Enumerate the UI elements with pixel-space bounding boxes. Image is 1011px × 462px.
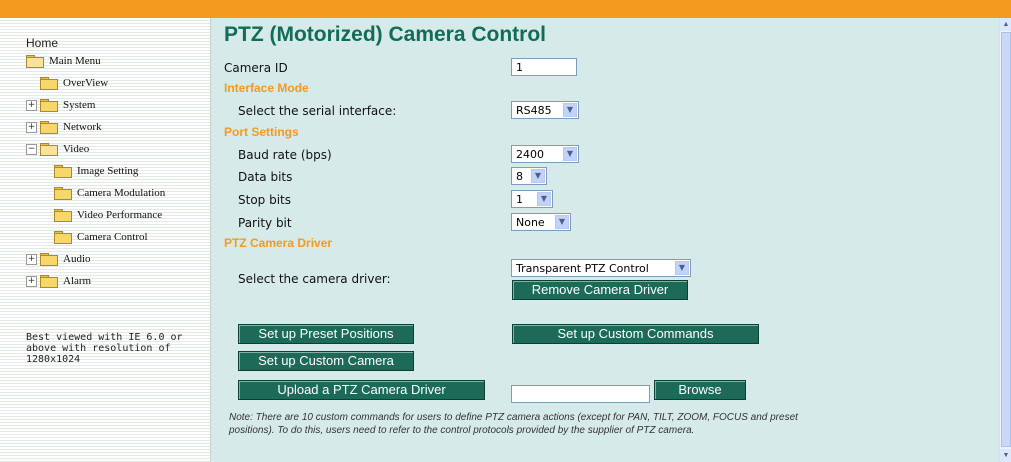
serial-interface-label: Select the serial interface:	[238, 104, 397, 118]
data-bits-value: 8	[516, 170, 523, 183]
custom-camera-button[interactable]: Set up Custom Camera	[238, 351, 414, 371]
folder-icon	[54, 209, 72, 222]
chevron-down-icon: ▼	[555, 215, 569, 229]
sidebar-item-main-menu[interactable]: Main Menu	[26, 52, 101, 70]
main-panel: PTZ (Motorized) Camera Control Camera ID…	[211, 18, 999, 462]
sidebar-item-alarm[interactable]: + Alarm	[26, 272, 91, 290]
sidebar-item-image-setting[interactable]: Image Setting	[54, 162, 138, 180]
sidebar-item-label: Camera Modulation	[77, 187, 166, 199]
upload-driver-button[interactable]: Upload a PTZ Camera Driver	[238, 380, 485, 400]
preset-positions-button[interactable]: Set up Preset Positions	[238, 324, 414, 344]
sidebar-item-label: Video	[63, 143, 90, 155]
page-title: PTZ (Motorized) Camera Control	[224, 23, 547, 46]
sidebar-item-system[interactable]: + System	[26, 96, 95, 114]
sidebar-home-link[interactable]: Home	[26, 36, 58, 50]
chevron-down-icon: ▼	[563, 147, 577, 161]
sidebar-item-label: Camera Control	[77, 231, 148, 243]
folder-icon	[40, 77, 58, 90]
serial-interface-select[interactable]: RS485 ▼	[511, 101, 579, 119]
parity-bit-value: None	[516, 216, 545, 229]
folder-icon	[40, 275, 58, 288]
sidebar-item-video[interactable]: − Video	[26, 140, 89, 158]
folder-icon	[40, 121, 58, 134]
camera-driver-value: Transparent PTZ Control	[516, 262, 649, 275]
interface-mode-heading: Interface Mode	[224, 81, 309, 95]
camera-id-label: Camera ID	[224, 61, 288, 75]
custom-commands-button[interactable]: Set up Custom Commands	[512, 324, 759, 344]
sidebar-item-label: Network	[63, 121, 102, 133]
stop-bits-value: 1	[516, 193, 523, 206]
chevron-down-icon: ▼	[675, 261, 689, 275]
expand-plus-icon[interactable]: +	[26, 253, 37, 265]
serial-interface-value: RS485	[516, 104, 552, 117]
chevron-down-icon: ▼	[537, 192, 551, 206]
sidebar-item-label: OverView	[63, 77, 109, 89]
expand-plus-icon[interactable]: +	[26, 99, 37, 111]
parity-bit-label: Parity bit	[238, 216, 292, 230]
expand-plus-icon[interactable]: +	[26, 121, 37, 133]
camera-driver-label: Select the camera driver:	[238, 272, 391, 286]
stop-bits-label: Stop bits	[238, 193, 292, 207]
sidebar-item-video-performance[interactable]: Video Performance	[54, 206, 162, 224]
collapse-minus-icon[interactable]: −	[26, 143, 37, 155]
folder-open-icon	[26, 55, 44, 68]
folder-icon	[40, 99, 58, 112]
sidebar-item-network[interactable]: + Network	[26, 118, 102, 136]
baud-rate-select[interactable]: 2400 ▼	[511, 145, 579, 163]
upload-file-input[interactable]	[511, 385, 650, 403]
port-settings-heading: Port Settings	[224, 125, 299, 139]
remove-camera-driver-button[interactable]: Remove Camera Driver	[512, 280, 688, 300]
sidebar-menu: Home Main Menu OverView + System + Netwo…	[0, 18, 211, 462]
folder-icon	[54, 187, 72, 200]
top-banner	[0, 0, 1011, 18]
sidebar-item-label: Audio	[63, 253, 91, 265]
baud-rate-value: 2400	[516, 148, 544, 161]
chevron-down-icon: ▼	[563, 103, 577, 117]
browse-button[interactable]: Browse	[654, 380, 746, 400]
vertical-scrollbar[interactable]: ▲ ▼	[999, 18, 1011, 462]
camera-id-input[interactable]: 1	[511, 58, 577, 76]
sidebar-item-label: Main Menu	[49, 55, 101, 67]
sidebar-item-camera-modulation[interactable]: Camera Modulation	[54, 184, 165, 202]
sidebar-item-label: System	[63, 99, 96, 111]
parity-bit-select[interactable]: None ▼	[511, 213, 571, 231]
custom-commands-note: Note: There are 10 custom commands for u…	[229, 412, 798, 436]
sidebar-item-label: Alarm	[63, 275, 92, 287]
sidebar-item-camera-control[interactable]: Camera Control	[54, 228, 148, 246]
scroll-down-icon[interactable]: ▼	[1000, 449, 1011, 462]
sidebar-item-audio[interactable]: + Audio	[26, 250, 91, 268]
data-bits-label: Data bits	[238, 170, 293, 184]
folder-open-icon	[40, 143, 58, 156]
scroll-up-icon[interactable]: ▲	[1000, 18, 1011, 31]
data-bits-select[interactable]: 8 ▼	[511, 167, 547, 185]
baud-rate-label: Baud rate (bps)	[238, 148, 332, 162]
folder-icon	[40, 253, 58, 266]
ptz-driver-heading: PTZ Camera Driver	[224, 236, 333, 250]
scrollbar-thumb[interactable]	[1001, 32, 1011, 447]
folder-icon	[54, 231, 72, 244]
sidebar-item-label: Video Performance	[77, 209, 163, 221]
expand-plus-icon[interactable]: +	[26, 275, 37, 287]
sidebar-item-label: Image Setting	[77, 165, 139, 177]
chevron-down-icon: ▼	[531, 169, 545, 183]
browser-note: Best viewed with IE 6.0 or above with re…	[26, 332, 183, 365]
camera-driver-select[interactable]: Transparent PTZ Control ▼	[511, 259, 691, 277]
stop-bits-select[interactable]: 1 ▼	[511, 190, 553, 208]
sidebar-item-overview[interactable]: OverView	[40, 74, 108, 92]
folder-icon	[54, 165, 72, 178]
